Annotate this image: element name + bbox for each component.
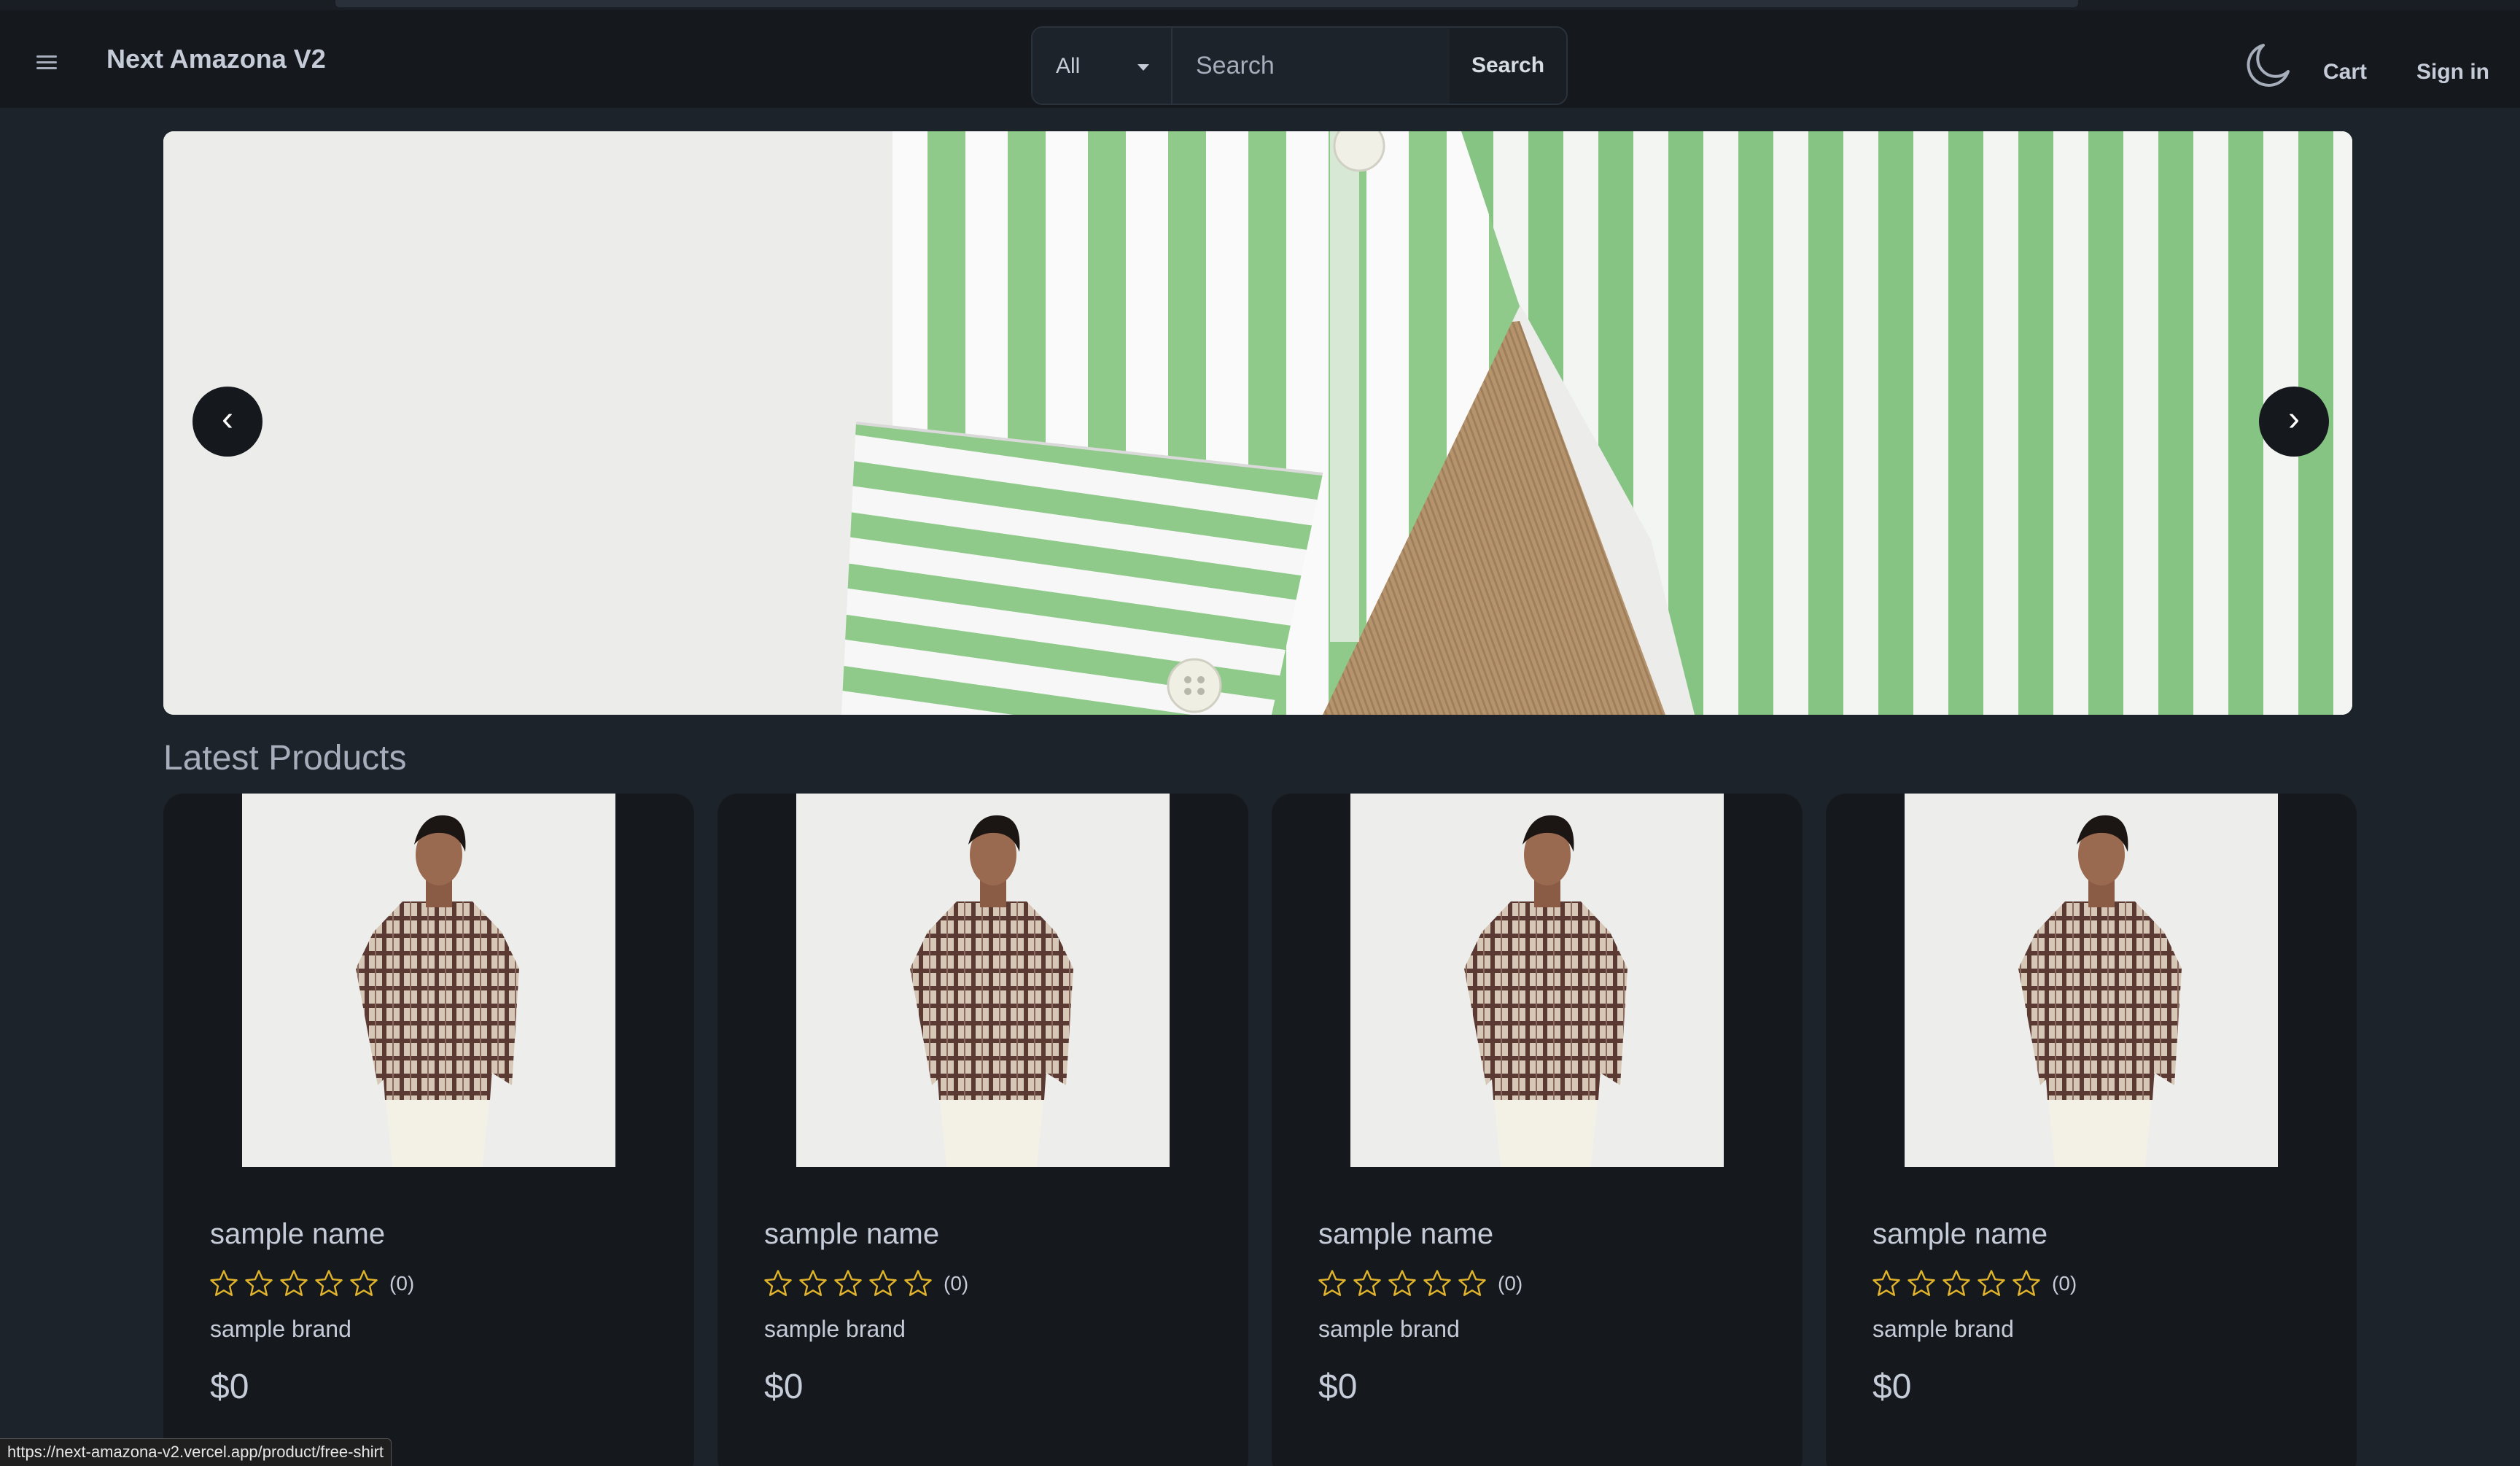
cart-link[interactable]: Cart: [2323, 60, 2367, 85]
product-name[interactable]: sample name: [764, 1218, 939, 1251]
product-name[interactable]: sample name: [210, 1218, 385, 1251]
product-price: $0: [764, 1368, 804, 1406]
star-icon: [1423, 1270, 1451, 1296]
status-bar-url: https://next-amazona-v2.vercel.app/produ…: [0, 1438, 392, 1466]
brand-logo-link[interactable]: Next Amazona V2: [106, 44, 326, 74]
product-image[interactable]: [796, 794, 1170, 1167]
product-image[interactable]: [1905, 794, 2278, 1167]
category-select[interactable]: All: [1032, 28, 1172, 104]
browser-top-strip: [0, 0, 2520, 10]
navbar: Next Amazona V2 All Search Cart Sign in: [0, 10, 2520, 108]
search-button[interactable]: Search: [1450, 28, 1566, 104]
rating: (0): [1871, 1268, 2077, 1300]
search-group: All Search: [1031, 26, 1568, 105]
product-brand: sample brand: [1318, 1316, 1460, 1342]
star-icon: [764, 1270, 792, 1296]
search-input[interactable]: [1172, 28, 1450, 104]
star-icon: [2012, 1270, 2040, 1296]
product-brand: sample brand: [210, 1316, 351, 1342]
rating: (0): [209, 1268, 414, 1300]
carousel-slide-image[interactable]: [163, 131, 2352, 715]
menu-icon[interactable]: [32, 48, 61, 73]
product-price: $0: [1872, 1368, 1912, 1406]
star-icon: [869, 1270, 897, 1296]
product-card: sample name (0) sample brand $0: [718, 794, 1248, 1466]
product-card: sample name (0) sample brand $0: [1272, 794, 1802, 1466]
product-price: $0: [210, 1368, 249, 1406]
product-price: $0: [1318, 1368, 1358, 1406]
star-icon: [1908, 1270, 1935, 1296]
rating: (0): [763, 1268, 968, 1300]
star-icon: [245, 1270, 273, 1296]
section-title: Latest Products: [163, 739, 407, 777]
star-icon: [904, 1270, 932, 1296]
star-icon: [350, 1270, 378, 1296]
product-name[interactable]: sample name: [1872, 1218, 2048, 1251]
carousel-prev-button[interactable]: ‹: [192, 387, 262, 457]
carousel-next-button[interactable]: ›: [2259, 387, 2329, 457]
product-card: sample name (0) sample brand $0: [1826, 794, 2357, 1466]
star-icon: [1318, 1270, 1346, 1296]
rating-count: (0): [2052, 1272, 2077, 1295]
star-icon: [1388, 1270, 1416, 1296]
star-icon: [1942, 1270, 1970, 1296]
hero-carousel: ‹ ›: [163, 131, 2352, 715]
star-icon: [1978, 1270, 2005, 1296]
rating-count: (0): [1498, 1272, 1523, 1295]
product-card: sample name (0) sample brand $0: [163, 794, 694, 1466]
product-brand: sample brand: [764, 1316, 906, 1342]
product-image[interactable]: [1350, 794, 1724, 1167]
category-select-value: All: [1056, 54, 1081, 78]
star-icon: [315, 1270, 343, 1296]
star-icon: [799, 1270, 827, 1296]
star-icon: [1353, 1270, 1381, 1296]
rating: (0): [1317, 1268, 1522, 1300]
caret-down-icon: [1138, 64, 1149, 71]
rating-count: (0): [944, 1272, 969, 1295]
rating-count: (0): [389, 1272, 415, 1295]
star-icon: [1458, 1270, 1486, 1296]
star-icon: [1872, 1270, 1900, 1296]
star-icon: [834, 1270, 862, 1296]
moon-icon[interactable]: [2241, 39, 2294, 92]
browser-tab-bar: [335, 0, 2078, 7]
star-icon: [280, 1270, 308, 1296]
product-brand: sample brand: [1872, 1316, 2014, 1342]
product-name[interactable]: sample name: [1318, 1218, 1493, 1251]
star-icon: [210, 1270, 238, 1296]
signin-link[interactable]: Sign in: [2416, 60, 2489, 85]
product-image[interactable]: [242, 794, 615, 1167]
